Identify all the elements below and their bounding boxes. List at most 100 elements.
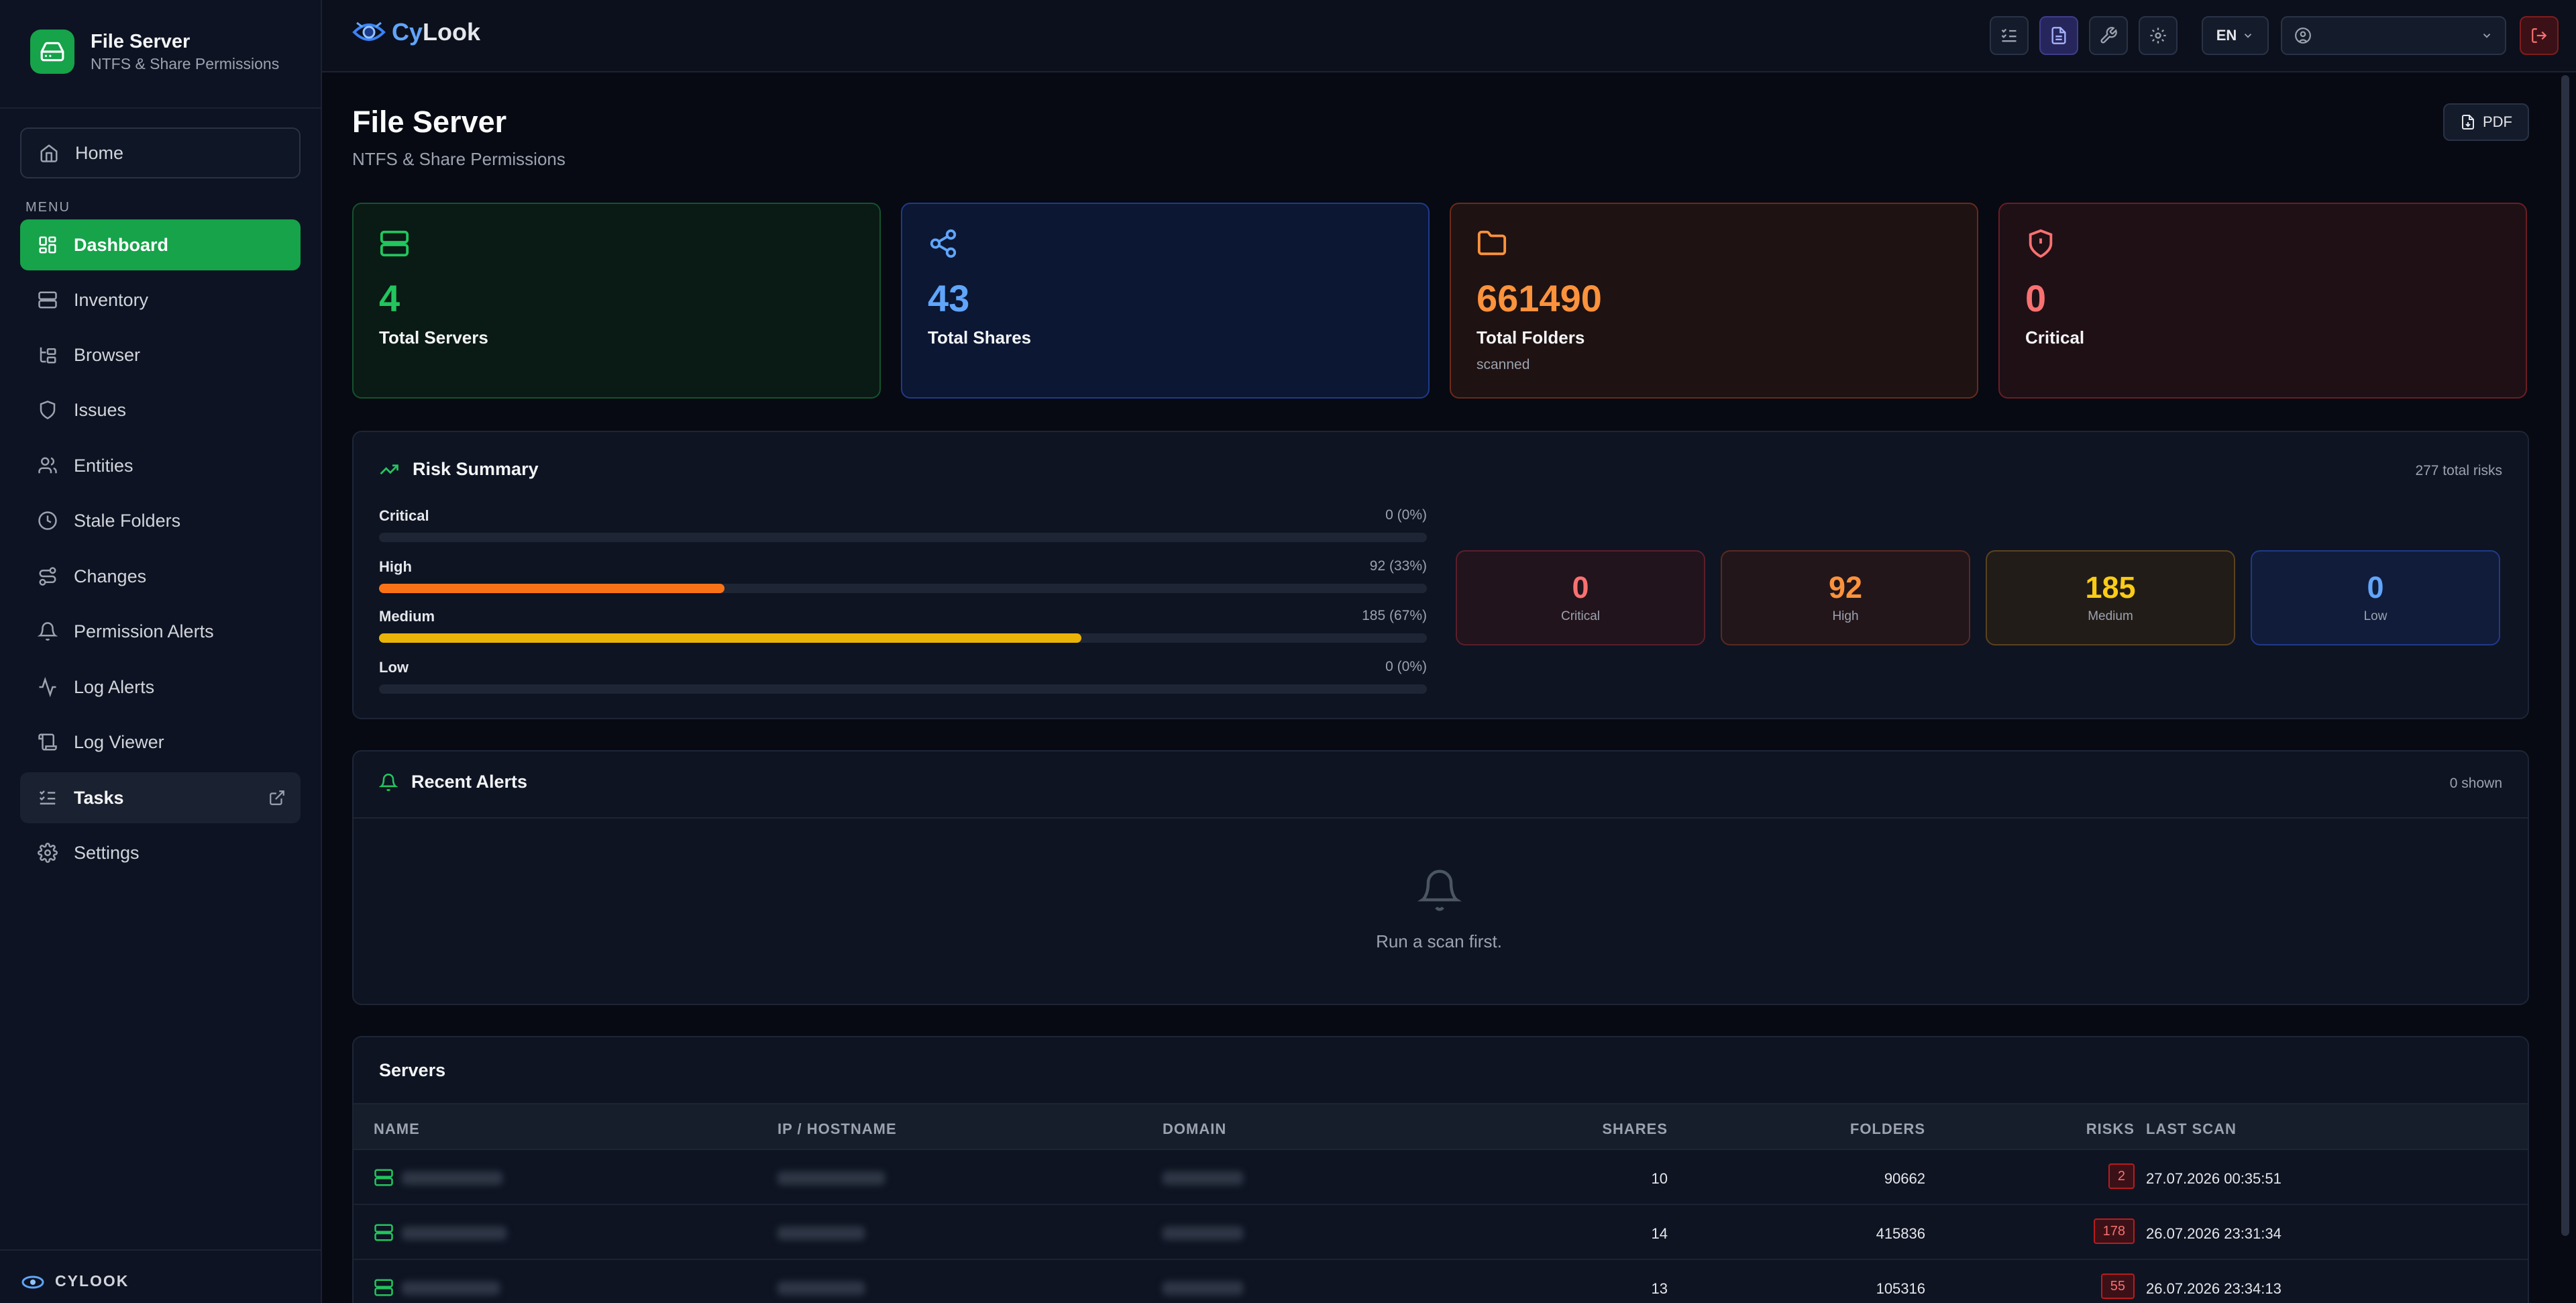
cell-shares: 10 xyxy=(1651,1170,1668,1187)
stat-card-critical[interactable]: 0 Critical xyxy=(1998,203,2527,399)
risk-count-badge: 2 xyxy=(2108,1163,2135,1189)
sidebar-item-log-alerts[interactable]: Log Alerts xyxy=(20,662,301,713)
bell-icon xyxy=(379,773,398,791)
logo-text-cy: Cy xyxy=(392,18,423,46)
risk-bar-track xyxy=(379,584,1427,593)
logout-button[interactable] xyxy=(2520,16,2559,55)
grid-icon xyxy=(39,236,56,254)
report-button[interactable] xyxy=(2039,16,2078,55)
redacted-domain xyxy=(1163,1227,1243,1240)
stat-sublabel: scanned xyxy=(1477,357,1530,372)
risk-box-medium[interactable]: 185 Medium xyxy=(1986,550,2235,645)
risk-box-low[interactable]: 0 Low xyxy=(2251,550,2500,645)
user-circle-icon xyxy=(2295,28,2311,44)
sidebar-footer: CYLOOK xyxy=(20,1271,129,1291)
risk-box-value: 92 xyxy=(1828,570,1863,605)
sidebar-item-log-viewer[interactable]: Log Viewer xyxy=(20,717,301,768)
risk-value: 0 (0%) xyxy=(1385,507,1427,523)
sidebar-item-browser[interactable]: Browser xyxy=(20,329,301,380)
sidebar-item-label: Browser xyxy=(74,344,141,365)
sidebar-item-permission-alerts[interactable]: Permission Alerts xyxy=(20,606,301,657)
cell-shares: 13 xyxy=(1651,1280,1668,1297)
risk-box-label: Critical xyxy=(1560,609,1601,623)
language-select[interactable]: EN xyxy=(2202,16,2269,55)
footer-brand-label: CYLOOK xyxy=(55,1271,129,1290)
tasks-button[interactable] xyxy=(1990,16,2029,55)
sidebar-item-label: Changes xyxy=(74,566,147,586)
sidebar-item-inventory[interactable]: Inventory xyxy=(20,274,301,325)
sidebar-item-issues[interactable]: Issues xyxy=(20,384,301,435)
risk-box-value: 0 xyxy=(2367,570,2384,605)
col-ip[interactable]: IP / HOSTNAME xyxy=(777,1120,897,1138)
server-icon xyxy=(374,1279,393,1296)
divider xyxy=(354,817,2528,819)
stat-value: 0 xyxy=(2025,277,2047,319)
stat-card-servers[interactable]: 4 Total Servers xyxy=(352,203,881,399)
risk-bar-track xyxy=(379,533,1427,542)
risk-name: High xyxy=(379,558,412,575)
page-scrollbar[interactable] xyxy=(2561,75,2569,1236)
tools-button[interactable] xyxy=(2089,16,2128,55)
risk-box-label: Low xyxy=(2363,609,2387,623)
folder-tree-icon xyxy=(40,347,56,364)
servers-heading: Servers xyxy=(379,1060,446,1080)
sidebar-item-label: Tasks xyxy=(74,787,124,808)
cell-last-scan: 26.07.2026 23:31:34 xyxy=(2146,1225,2282,1242)
servers-table-header: NAME IP / HOSTNAME DOMAIN SHARES FOLDERS… xyxy=(354,1103,2528,1150)
shield-alert-icon xyxy=(2029,229,2053,258)
cylook-eye-icon xyxy=(352,21,386,41)
page-title: File Server xyxy=(352,105,507,139)
col-risks[interactable]: RISKS xyxy=(2086,1120,2135,1138)
alerts-count: 0 shown xyxy=(2449,776,2502,791)
col-last-scan[interactable]: LAST SCAN xyxy=(2146,1120,2237,1138)
trending-up-icon xyxy=(380,464,398,474)
shield-icon xyxy=(40,401,56,419)
risk-box-high[interactable]: 92 High xyxy=(1721,550,1970,645)
col-folders[interactable]: FOLDERS xyxy=(1850,1120,1925,1138)
cylook-logo[interactable]: CyLook xyxy=(350,15,480,50)
col-name[interactable]: NAME xyxy=(374,1120,420,1138)
external-link-icon xyxy=(270,790,284,805)
stat-card-shares[interactable]: 43 Total Shares xyxy=(901,203,1430,399)
table-row[interactable]: 14 415836 178 26.07.2026 23:31:34 xyxy=(354,1205,2528,1260)
sidebar-item-dashboard[interactable]: Dashboard xyxy=(20,219,301,270)
sidebar-item-settings[interactable]: Settings xyxy=(20,827,301,878)
pdf-label: PDF xyxy=(2483,113,2512,130)
cell-shares: 14 xyxy=(1651,1225,1668,1242)
risk-count-badge: 55 xyxy=(2100,1273,2135,1299)
page-subtitle: NTFS & Share Permissions xyxy=(352,149,566,169)
pdf-export-button[interactable]: PDF xyxy=(2443,103,2529,141)
sidebar-item-stale-folders[interactable]: Stale Folders xyxy=(20,495,301,546)
brand[interactable]: File Server NTFS & Share Permissions xyxy=(30,30,279,74)
bell-icon xyxy=(38,622,58,641)
app-title: File Server xyxy=(91,31,191,52)
sidebar-item-tasks[interactable]: Tasks xyxy=(20,772,301,823)
sidebar-item-label: Inventory xyxy=(74,289,149,310)
route-icon xyxy=(39,567,56,586)
table-row[interactable]: 13 105316 55 26.07.2026 23:34:13 xyxy=(354,1260,2528,1303)
cell-last-scan: 27.07.2026 00:35:51 xyxy=(2146,1170,2282,1187)
empty-state-text: Run a scan first. xyxy=(1376,931,1502,951)
language-value: EN xyxy=(2216,27,2237,44)
settings-button[interactable] xyxy=(2139,16,2178,55)
risk-name: Medium xyxy=(379,608,435,625)
sidebar-item-label: Permission Alerts xyxy=(74,621,214,641)
sidebar-item-entities[interactable]: Entities xyxy=(20,440,301,491)
divider xyxy=(0,107,322,109)
risk-box-critical[interactable]: 0 Critical xyxy=(1456,550,1705,645)
table-row[interactable]: 10 90662 2 27.07.2026 00:35:51 xyxy=(354,1150,2528,1205)
stat-label: Total Folders xyxy=(1477,327,1585,348)
col-domain[interactable]: DOMAIN xyxy=(1163,1120,1226,1138)
nav-home[interactable]: Home xyxy=(20,127,301,178)
risk-row-medium: Medium 185 (67%) xyxy=(379,608,1427,643)
folder-icon xyxy=(1477,230,1507,256)
redacted-ip xyxy=(777,1227,865,1240)
col-shares[interactable]: SHARES xyxy=(1602,1120,1668,1138)
topbar: CyLook EN xyxy=(322,0,2576,72)
user-menu[interactable] xyxy=(2281,16,2506,55)
redacted-domain xyxy=(1163,1171,1243,1185)
activity-icon xyxy=(39,677,56,697)
stat-card-folders[interactable]: 661490 Total Folders scanned xyxy=(1450,203,1978,399)
sidebar-item-changes[interactable]: Changes xyxy=(20,551,301,602)
gear-icon xyxy=(38,843,58,863)
